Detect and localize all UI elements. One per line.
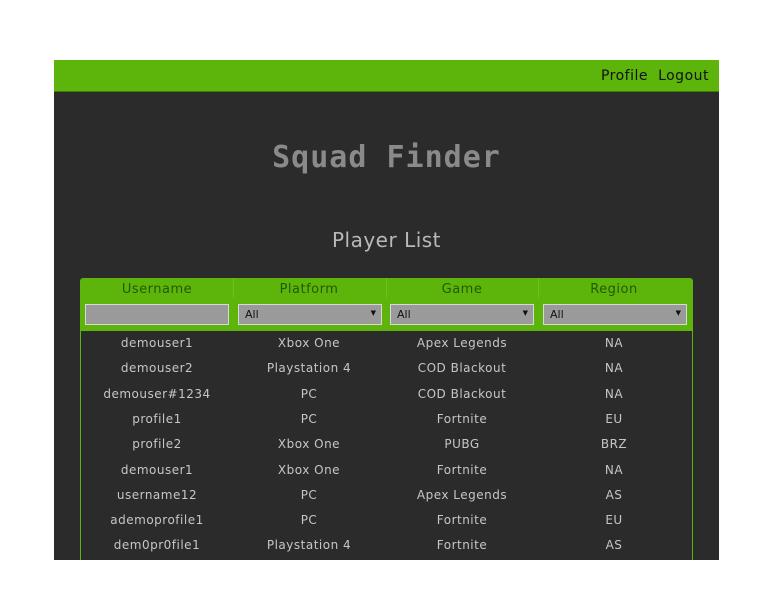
- cell-game: COD Blackout: [417, 386, 507, 401]
- cell-region: EU: [605, 411, 623, 426]
- table-row[interactable]: demouser1 Xbox One Fortnite NA: [81, 458, 692, 483]
- cell-game: PUBG: [444, 437, 480, 452]
- cell-username: profile1: [132, 411, 182, 426]
- cell-game: Fortnite: [436, 411, 488, 426]
- dropdown-caret-icon: ▼: [370, 309, 376, 317]
- cell-region: AS: [605, 538, 623, 553]
- cell-game: Apex Legends: [416, 336, 508, 350]
- table-row[interactable]: dem0pr0file1 Playstation 4 Fortnite AS: [81, 533, 692, 558]
- region-filter-value: All: [550, 308, 564, 321]
- cell-platform: Xbox One: [277, 336, 341, 350]
- cell-region: NA: [604, 386, 624, 401]
- cell-username: demouser1: [120, 462, 194, 477]
- cell-game: COD Blackout: [417, 361, 507, 376]
- platform-filter-select[interactable]: All ▼: [238, 304, 382, 325]
- game-filter-value: All: [397, 308, 411, 321]
- header-divider: [233, 278, 234, 298]
- player-table: Username Platform Game Region All ▼ All …: [80, 278, 693, 560]
- table-row[interactable]: profile1 PC Fortnite EU: [81, 407, 692, 432]
- cell-game: Fortnite: [436, 462, 488, 477]
- username-filter-input[interactable]: [85, 304, 229, 325]
- cell-username: ademoprofile1: [110, 513, 204, 528]
- cell-username: demouser2: [120, 361, 194, 376]
- column-header-region[interactable]: Region: [538, 282, 690, 297]
- cell-username: profile2: [132, 437, 182, 452]
- cell-platform: Xbox One: [277, 437, 341, 452]
- cell-region: NA: [604, 361, 624, 376]
- cell-username: demouser1: [120, 336, 194, 350]
- cell-region: AS: [605, 487, 623, 502]
- cell-platform: PC: [300, 487, 318, 502]
- dropdown-caret-icon: ▼: [522, 309, 528, 317]
- player-list-title: Player List: [331, 228, 442, 252]
- column-header-username[interactable]: Username: [81, 282, 233, 297]
- column-header-platform[interactable]: Platform: [233, 282, 385, 297]
- cell-username: dem0pr0file1: [113, 538, 201, 553]
- cell-username: username12: [116, 487, 198, 502]
- table-row[interactable]: demouser2 Playstation 4 COD Blackout NA: [81, 356, 692, 381]
- column-header-game[interactable]: Game: [386, 282, 538, 297]
- header-divider: [386, 278, 387, 298]
- cell-region: NA: [604, 336, 624, 350]
- app-title: Squad Finder: [272, 140, 501, 175]
- table-row[interactable]: username12 PC Apex Legends AS: [81, 483, 692, 508]
- table-header: Username Platform Game Region All ▼ All …: [81, 278, 692, 331]
- table-row[interactable]: demouser1 Xbox One Apex Legends NA: [81, 331, 692, 356]
- cell-username: demouser#1234: [103, 386, 211, 401]
- header-divider: [538, 278, 539, 298]
- cell-region: EU: [605, 513, 623, 528]
- table-row[interactable]: ademoprofile1 PC Fortnite EU: [81, 508, 692, 533]
- cell-region: NA: [604, 462, 624, 477]
- table-row[interactable]: profile2 Xbox One PUBG BRZ: [81, 432, 692, 457]
- logout-link[interactable]: Logout: [658, 68, 709, 84]
- cell-platform: PC: [300, 386, 318, 401]
- cell-platform: PC: [300, 513, 318, 528]
- cell-platform: Playstation 4: [266, 361, 352, 376]
- table-row[interactable]: demouser#1234 PC COD Blackout NA: [81, 382, 692, 407]
- region-filter-select[interactable]: All ▼: [543, 304, 687, 325]
- top-nav-bar: Profile Logout: [54, 60, 719, 92]
- app-window: Profile Logout Squad Finder Player List …: [54, 60, 719, 560]
- cell-game: Fortnite: [436, 513, 488, 528]
- cell-platform: Playstation 4: [266, 538, 352, 553]
- platform-filter-value: All: [245, 308, 259, 321]
- cell-game: Apex Legends: [416, 487, 508, 502]
- cell-region: BRZ: [600, 437, 628, 452]
- cell-platform: PC: [300, 411, 318, 426]
- profile-link[interactable]: Profile: [601, 68, 648, 84]
- cell-game: Fortnite: [436, 538, 488, 553]
- dropdown-caret-icon: ▼: [675, 309, 681, 317]
- cell-platform: Xbox One: [277, 462, 341, 477]
- game-filter-select[interactable]: All ▼: [390, 304, 534, 325]
